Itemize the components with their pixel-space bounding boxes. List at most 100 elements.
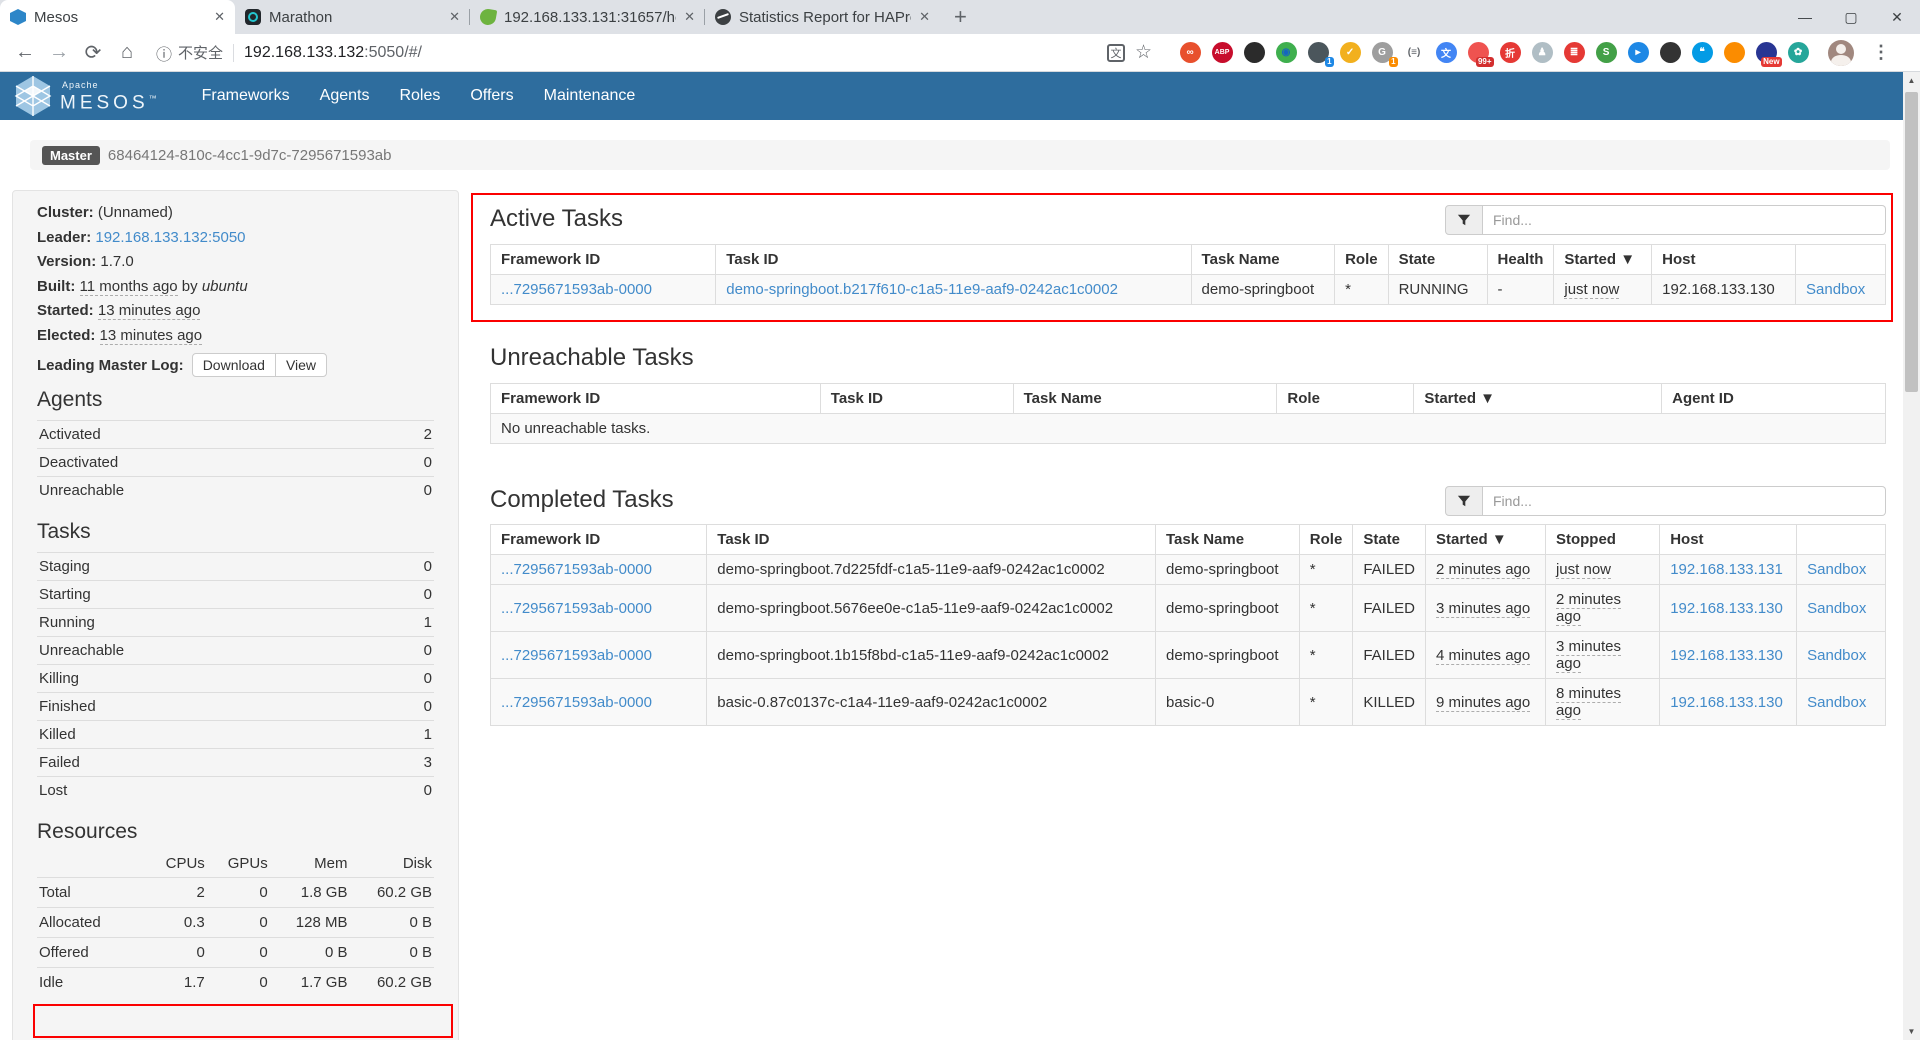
scrollbar-thumb[interactable] <box>1905 92 1918 392</box>
new-badge-ext-icon[interactable]: New <box>1756 42 1777 63</box>
tab-hello-world[interactable]: 192.168.133.131:31657/hello w ✕ <box>470 0 705 34</box>
mail-99-ext-icon[interactable]: 99+ <box>1468 42 1489 63</box>
col-task-id[interactable]: Task ID <box>820 384 1013 414</box>
window-controls: — ▢ ✕ <box>1782 0 1920 34</box>
col-sandbox[interactable] <box>1796 245 1886 275</box>
parentheses-ext-icon[interactable]: (≡) <box>1404 42 1425 63</box>
check-ext-icon[interactable]: ✓ <box>1340 42 1361 63</box>
home-icon[interactable]: ⌂ <box>110 41 144 64</box>
col-role[interactable]: Role <box>1277 384 1414 414</box>
sandbox-link[interactable]: Sandbox <box>1807 647 1866 664</box>
penguin-ext-icon[interactable]: 1 <box>1308 42 1329 63</box>
bookmark-star-icon[interactable]: ☆ <box>1135 41 1152 64</box>
framework-id-link[interactable]: ...7295671593ab-0000 <box>501 647 652 664</box>
col-framework-id[interactable]: Framework ID <box>491 525 707 555</box>
resources-heading: Resources <box>37 818 434 846</box>
framework-id-link[interactable]: ...7295671593ab-0000 <box>501 561 652 578</box>
col-started[interactable]: Started ▼ <box>1426 525 1546 555</box>
host-link[interactable]: 192.168.133.130 <box>1670 600 1783 617</box>
infinity-ext-icon[interactable]: ∞ <box>1180 42 1201 63</box>
dark-cat-ext-icon[interactable] <box>1660 42 1681 63</box>
find-input[interactable] <box>1483 205 1886 235</box>
col-stopped[interactable]: Stopped <box>1545 525 1659 555</box>
tab-haproxy-stats[interactable]: Statistics Report for HAProxy ✕ <box>705 0 940 34</box>
chat-ext-icon[interactable]: ❝ <box>1692 42 1713 63</box>
col-task-id[interactable]: Task ID <box>716 245 1191 275</box>
tab-marathon[interactable]: Marathon ✕ <box>235 0 470 34</box>
sandbox-link[interactable]: Sandbox <box>1807 600 1866 617</box>
reload-icon[interactable]: ⟳ <box>76 40 110 65</box>
col-state[interactable]: State <box>1353 525 1426 555</box>
col-sandbox[interactable] <box>1797 525 1886 555</box>
zhe-coupon-ext-icon[interactable]: 折 <box>1500 42 1521 63</box>
view-log-button[interactable]: View <box>275 353 327 377</box>
col-host[interactable]: Host <box>1652 245 1796 275</box>
col-role[interactable]: Role <box>1299 525 1353 555</box>
new-tab-button[interactable]: + <box>940 0 981 34</box>
task-id-link[interactable]: demo-springboot.b217f610-c1a5-11e9-aaf9-… <box>726 281 1118 298</box>
col-framework-id[interactable]: Framework ID <box>491 384 821 414</box>
info-icon[interactable]: ⓘ <box>156 41 172 65</box>
col-task-name[interactable]: Task Name <box>1191 245 1335 275</box>
col-agent-id[interactable]: Agent ID <box>1662 384 1886 414</box>
address-bar[interactable]: ⓘ 不安全 192.168.133.132:5050/#/ <box>144 38 1099 68</box>
back-icon[interactable]: ← <box>8 41 42 64</box>
panda-ext-icon[interactable] <box>1244 42 1265 63</box>
host-link[interactable]: 192.168.133.130 <box>1670 694 1783 711</box>
filter-funnel-icon[interactable] <box>1445 205 1483 235</box>
tab-close-icon[interactable]: ✕ <box>919 9 930 25</box>
maximize-button[interactable]: ▢ <box>1828 0 1874 34</box>
find-input[interactable] <box>1483 486 1886 516</box>
nav-agents[interactable]: Agents <box>305 74 385 118</box>
page-scrollbar[interactable]: ▲ ▼ <box>1903 72 1920 1040</box>
close-button[interactable]: ✕ <box>1874 0 1920 34</box>
minimize-button[interactable]: — <box>1782 0 1828 34</box>
col-task-name[interactable]: Task Name <box>1155 525 1299 555</box>
download-log-button[interactable]: Download <box>192 353 276 377</box>
filter-funnel-icon[interactable] <box>1445 486 1483 516</box>
forward-icon[interactable]: → <box>42 41 76 64</box>
red-list-ext-icon[interactable]: ≣ <box>1564 42 1585 63</box>
sandbox-link[interactable]: Sandbox <box>1807 561 1866 578</box>
nav-offers[interactable]: Offers <box>455 74 528 118</box>
col-task-id[interactable]: Task ID <box>707 525 1156 555</box>
green-s-ext-icon[interactable]: S <box>1596 42 1617 63</box>
framework-id-link[interactable]: ...7295671593ab-0000 <box>501 281 652 298</box>
green-circle-ext-icon[interactable]: ◉ <box>1276 42 1297 63</box>
translate-page-icon[interactable]: 文 <box>1107 44 1125 62</box>
blue-send-ext-icon[interactable]: ▸ <box>1628 42 1649 63</box>
framework-id-link[interactable]: ...7295671593ab-0000 <box>501 600 652 617</box>
col-task-name[interactable]: Task Name <box>1013 384 1277 414</box>
leader-link[interactable]: 192.168.133.132:5050 <box>95 229 245 246</box>
tab-close-icon[interactable]: ✕ <box>449 9 460 25</box>
nav-maintenance[interactable]: Maintenance <box>529 74 651 118</box>
col-role[interactable]: Role <box>1335 245 1389 275</box>
tab-close-icon[interactable]: ✕ <box>214 9 225 25</box>
nav-roles[interactable]: Roles <box>384 74 455 118</box>
col-started[interactable]: Started ▼ <box>1554 245 1652 275</box>
profile-avatar[interactable] <box>1828 40 1854 66</box>
orange-ball-ext-icon[interactable] <box>1724 42 1745 63</box>
framework-id-link[interactable]: ...7295671593ab-0000 <box>501 694 652 711</box>
col-host[interactable]: Host <box>1660 525 1797 555</box>
translate-ext-icon[interactable]: 文 <box>1436 42 1457 63</box>
tab-close-icon[interactable]: ✕ <box>684 9 695 25</box>
scroll-up-icon[interactable]: ▲ <box>1903 72 1920 89</box>
sandbox-link[interactable]: Sandbox <box>1806 281 1865 298</box>
nav-frameworks[interactable]: Frameworks <box>187 74 305 118</box>
teal-wheel-ext-icon[interactable]: ✿ <box>1788 42 1809 63</box>
tab-mesos[interactable]: Mesos ✕ <box>0 0 235 34</box>
col-state[interactable]: State <box>1388 245 1487 275</box>
chrome-menu-icon[interactable]: ⋮ <box>1872 42 1890 63</box>
host-link[interactable]: 192.168.133.131 <box>1670 561 1783 578</box>
person-ext-icon[interactable]: ♟ <box>1532 42 1553 63</box>
col-started[interactable]: Started ▼ <box>1414 384 1662 414</box>
host-link[interactable]: 192.168.133.130 <box>1670 647 1783 664</box>
adblock-plus-ext-icon[interactable]: ABP <box>1212 42 1233 63</box>
scroll-down-icon[interactable]: ▼ <box>1903 1023 1920 1040</box>
col-framework-id[interactable]: Framework ID <box>491 245 716 275</box>
sandbox-link[interactable]: Sandbox <box>1807 694 1866 711</box>
col-health[interactable]: Health <box>1487 245 1554 275</box>
mesos-brand[interactable]: Apache MESOS™ <box>14 75 161 117</box>
gray-g-ext-icon[interactable]: G1 <box>1372 42 1393 63</box>
